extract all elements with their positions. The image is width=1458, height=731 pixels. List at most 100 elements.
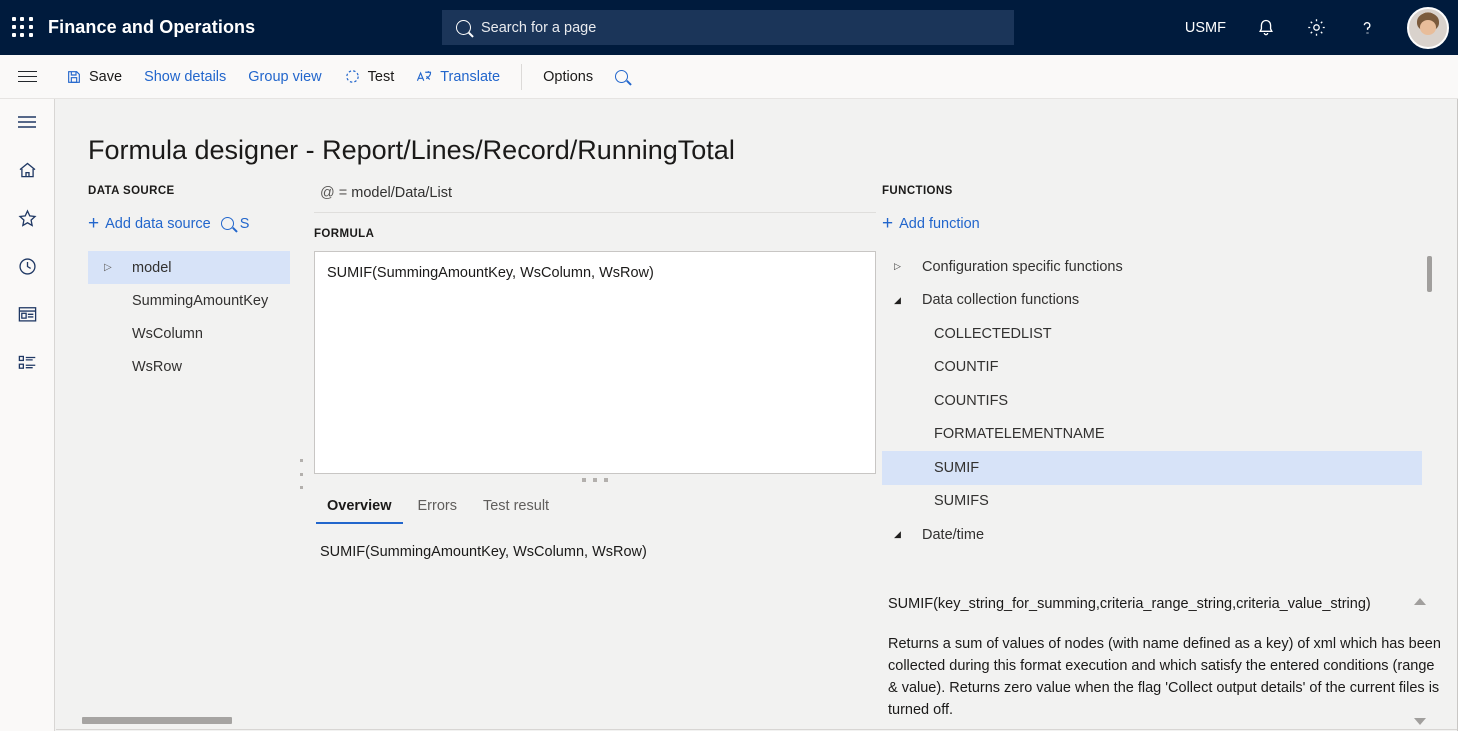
chevron-down-icon[interactable]: ◢ — [894, 529, 914, 540]
options-label: Options — [543, 68, 594, 85]
formula-editor[interactable]: SUMIF(SummingAmountKey, WsColumn, WsRow) — [314, 251, 876, 474]
vertical-splitter-handle[interactable] — [296, 459, 306, 489]
binding-prefix: @ = — [320, 185, 352, 201]
functions-list-scrollbar-thumb[interactable] — [1427, 256, 1432, 292]
overview-panel-content: SUMIF(SummingAmountKey, WsColumn, WsRow) — [320, 544, 647, 560]
add-data-source-button[interactable]: + Add data source — [88, 214, 211, 233]
data-source-node-label: WsRow — [132, 358, 182, 375]
command-bar: Save Show details Group view Test Transl… — [0, 55, 1458, 141]
plus-icon: + — [88, 213, 100, 234]
function-group-label: Configuration specific functions — [922, 258, 1123, 275]
command-bar-divider — [521, 63, 523, 90]
options-button[interactable]: Options — [532, 63, 604, 91]
hamburger-menu-icon[interactable] — [0, 71, 55, 82]
functions-actions: + Add function — [882, 214, 1442, 233]
function-item-label: FORMATELEMENTNAME — [934, 426, 1105, 443]
save-disk-icon — [68, 70, 80, 83]
show-details-label: Show details — [144, 68, 227, 85]
functions-tree: ▷ Configuration specific functions ◢ Dat… — [882, 250, 1442, 543]
translate-button[interactable]: Translate — [405, 62, 511, 91]
show-details-button[interactable]: Show details — [133, 63, 237, 91]
data-source-node-label: WsColumn — [132, 325, 203, 342]
user-avatar[interactable] — [1407, 6, 1449, 49]
add-function-button[interactable]: + Add function — [882, 214, 980, 233]
data-source-node-wscolumn[interactable]: WsColumn — [88, 317, 290, 350]
data-source-actions: + Add data source S — [88, 214, 300, 233]
chevron-right-icon[interactable]: ▷ — [894, 261, 914, 272]
sidebar-item-recent[interactable] — [14, 253, 40, 279]
translate-label: Translate — [440, 68, 501, 85]
left-navigation-rail — [0, 99, 55, 731]
clock-icon — [18, 257, 36, 275]
page-horizontal-scrollbar[interactable] — [56, 711, 1458, 731]
global-search-placeholder: Search for a page — [481, 19, 597, 36]
sidebar-item-favorites[interactable] — [14, 205, 40, 231]
function-description-panel: SUMIF(key_string_for_summing,criteria_ra… — [882, 593, 1442, 721]
data-source-search-button[interactable]: S — [220, 216, 249, 232]
search-icon — [220, 217, 234, 230]
scroll-up-arrow-icon[interactable] — [1414, 598, 1426, 605]
app-title: Finance and Operations — [48, 17, 256, 37]
data-source-node-summingamountkey[interactable]: SummingAmountKey — [88, 284, 290, 317]
function-signature: SUMIF(key_string_for_summing,criteria_ra… — [888, 596, 1371, 612]
function-item-label: SUMIF — [934, 459, 980, 476]
test-label: Test — [367, 68, 395, 85]
binding-path-row[interactable]: @ = model/Data/List — [314, 185, 876, 213]
function-item-label: COUNTIFS — [934, 392, 1009, 409]
data-source-node-wsrow[interactable]: WsRow — [88, 350, 290, 383]
chevron-down-icon[interactable]: ◢ — [894, 295, 914, 306]
function-description-text: Returns a sum of values of nodes (with n… — [888, 636, 1441, 719]
save-button[interactable]: Save — [55, 63, 133, 91]
group-view-button[interactable]: Group view — [237, 63, 332, 91]
function-description-scrollbar[interactable] — [1411, 594, 1427, 729]
function-group-date-time[interactable]: ◢ Date/time — [882, 518, 1422, 552]
app-window: Finance and Operations Search for a page… — [0, 0, 1458, 731]
data-source-node-model[interactable]: ▷ model — [88, 251, 290, 284]
function-item-countifs[interactable]: COUNTIFS — [882, 384, 1422, 418]
formula-result-tabs: Overview Errors Test result — [314, 494, 876, 524]
page-horizontal-scrollbar-thumb[interactable] — [82, 717, 232, 724]
search-icon — [456, 20, 471, 35]
sidebar-item-modules[interactable] — [14, 349, 40, 375]
page-content: Formula designer - Report/Lines/Record/R… — [56, 99, 1458, 731]
test-button[interactable]: Test — [333, 62, 406, 91]
translate-icon — [417, 71, 432, 81]
tab-overview[interactable]: Overview — [316, 494, 403, 524]
function-group-configuration-specific[interactable]: ▷ Configuration specific functions — [882, 250, 1422, 284]
content-bottom-divider — [56, 729, 1458, 730]
notifications-bell-icon[interactable] — [1256, 18, 1276, 38]
add-data-source-label: Add data source — [105, 215, 211, 232]
function-item-sumifs[interactable]: SUMIFS — [882, 485, 1422, 519]
save-label: Save — [89, 68, 123, 85]
function-item-countif[interactable]: COUNTIF — [882, 351, 1422, 385]
horizontal-splitter-handle[interactable] — [314, 474, 876, 486]
function-group-label: Data collection functions — [922, 292, 1080, 309]
settings-gear-icon[interactable] — [1306, 17, 1327, 38]
company-selector[interactable]: USMF — [1185, 20, 1226, 36]
function-group-data-collection[interactable]: ◢ Data collection functions — [882, 284, 1422, 318]
test-refresh-icon — [345, 70, 359, 83]
global-search-box[interactable]: Search for a page — [442, 10, 1014, 45]
function-item-formatelementname[interactable]: FORMATELEMENTNAME — [882, 418, 1422, 452]
tab-errors[interactable]: Errors — [407, 494, 468, 524]
data-source-heading: DATA SOURCE — [88, 185, 175, 197]
formula-heading: FORMULA — [314, 228, 375, 240]
search-icon — [615, 70, 629, 83]
tab-test-result[interactable]: Test result — [472, 494, 560, 524]
function-item-collectedlist[interactable]: COLLECTEDLIST — [882, 317, 1422, 351]
page-title: Formula designer - Report/Lines/Record/R… — [88, 135, 735, 165]
chevron-right-icon[interactable]: ▷ — [104, 262, 122, 273]
sidebar-item-navigation-menu[interactable] — [14, 109, 40, 135]
function-group-label: Date/time — [922, 526, 985, 543]
functions-heading: FUNCTIONS — [882, 185, 953, 197]
sidebar-item-workspaces[interactable] — [14, 301, 40, 327]
function-item-sumif[interactable]: SUMIF — [882, 451, 1422, 485]
sidebar-item-home[interactable] — [14, 157, 40, 183]
add-function-label: Add function — [899, 215, 980, 232]
help-question-icon[interactable] — [1357, 18, 1377, 38]
function-item-label: SUMIFS — [934, 493, 989, 510]
formula-panel: @ = model/Data/List FORMULA SUMIF(Summin… — [314, 185, 876, 560]
command-search-button[interactable] — [604, 64, 639, 89]
binding-path: model/Data/List — [351, 185, 452, 201]
waffle-grid-icon[interactable] — [12, 16, 34, 39]
